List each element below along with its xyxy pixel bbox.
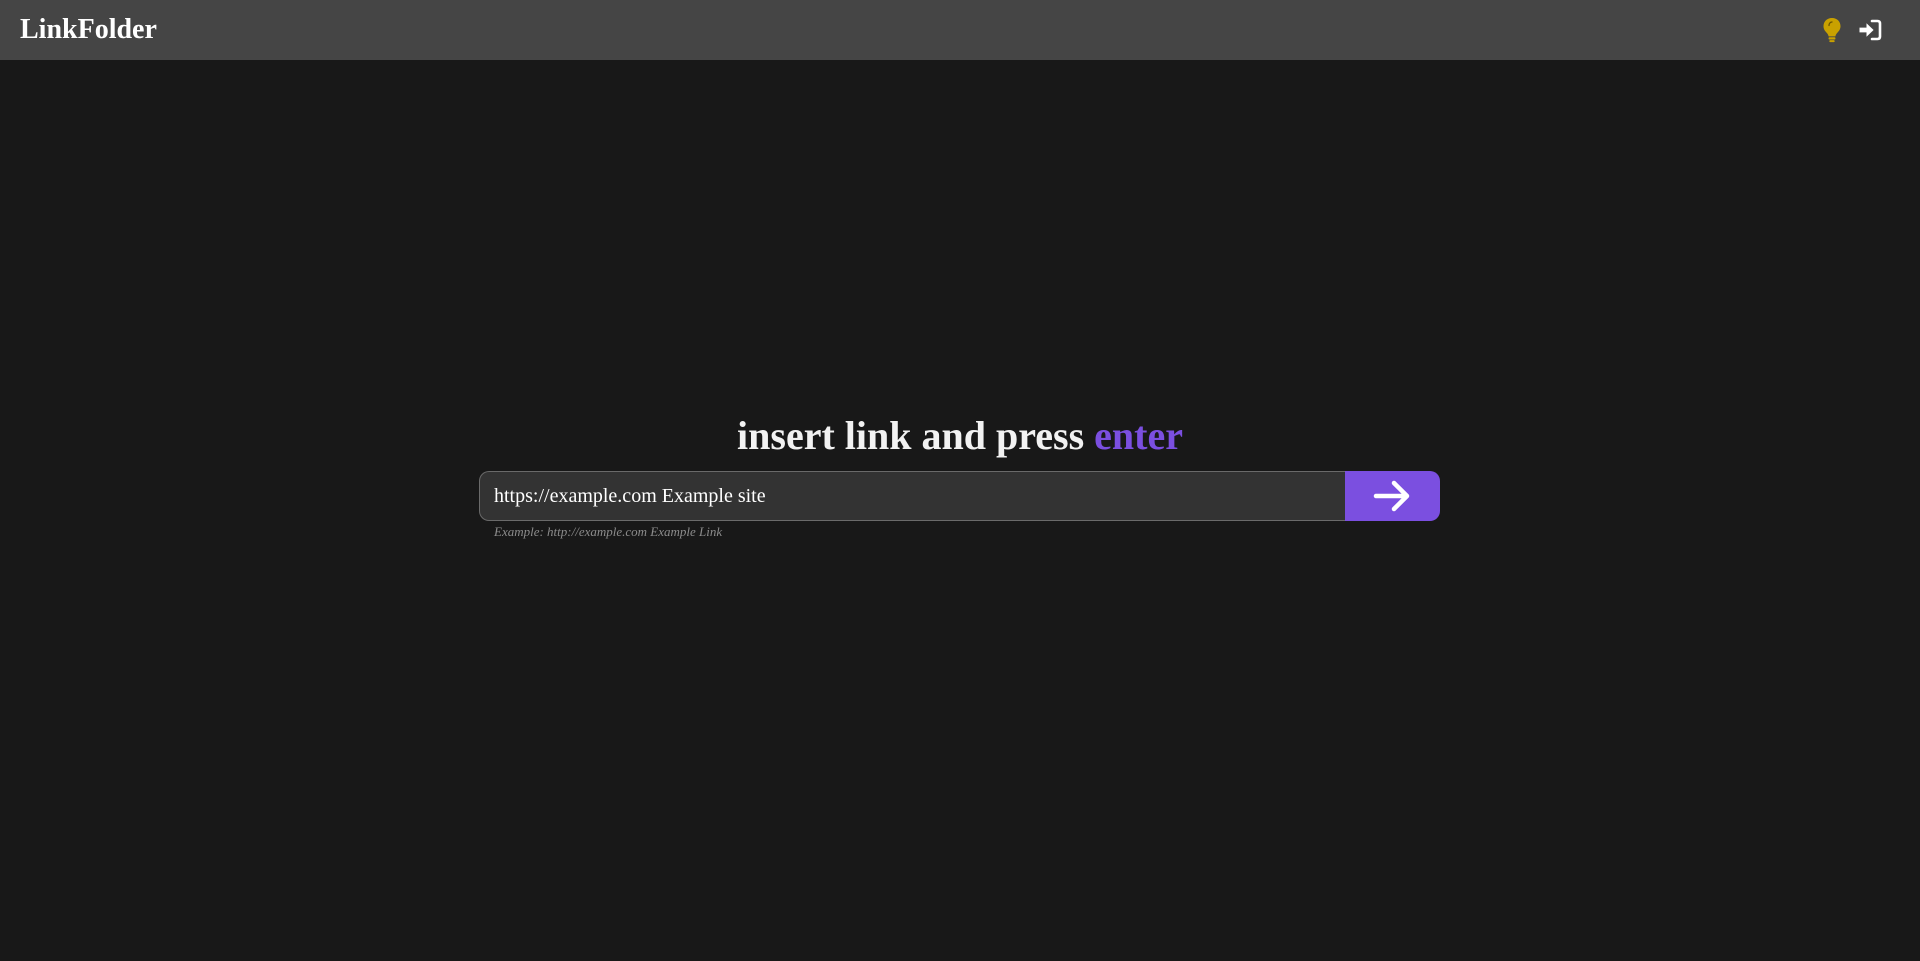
headline-text: insert link and press [737,413,1095,458]
arrow-right-icon [1373,480,1413,512]
input-hint: Example: http://example.com Example Link [494,524,723,539]
submit-button[interactable] [1345,471,1440,521]
link-form [479,471,1440,521]
nav-icons [1818,16,1884,44]
lightbulb-icon[interactable] [1818,16,1846,44]
headline-accent: enter [1094,413,1183,458]
main-content: insert link and press enter Example: htt… [0,60,1920,961]
link-input[interactable] [479,471,1345,521]
page-title: insert link and press enter [0,410,1920,462]
brand-logo[interactable]: LinkFolder [20,12,157,48]
navbar: LinkFolder [0,0,1920,60]
sign-in-icon[interactable] [1856,16,1884,44]
